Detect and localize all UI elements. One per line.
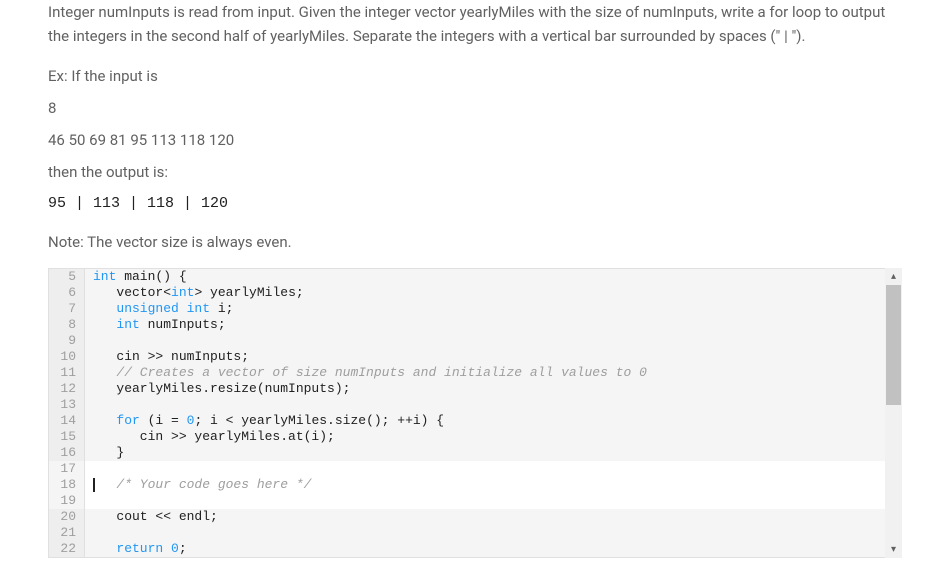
line-number: 11: [49, 365, 85, 381]
code-token: yearlyMiles.resize(numInputs);: [93, 381, 350, 396]
note-text: Note: The vector size is always even.: [48, 230, 902, 254]
code-token: [93, 317, 116, 332]
line-number: 13: [49, 397, 85, 413]
code-token: int: [171, 285, 194, 300]
line-number: 12: [49, 381, 85, 397]
line-number: 19: [49, 493, 85, 509]
line-number: 8: [49, 317, 85, 333]
line-number: 17: [49, 461, 85, 477]
code-token: /* Your code goes here */: [116, 477, 311, 492]
code-token: numInputs;: [140, 317, 226, 332]
code-content: [85, 333, 901, 349]
content-wrapper: Integer numInputs is read from input. Gi…: [0, 0, 950, 570]
line-number: 5: [49, 269, 85, 285]
code-content: }: [85, 445, 901, 461]
code-line[interactable]: 17: [49, 461, 901, 477]
line-number: 9: [49, 333, 85, 349]
line-number: 16: [49, 445, 85, 461]
code-content[interactable]: /* Your code goes here */: [85, 477, 901, 493]
example-input-1: 8: [48, 96, 902, 120]
code-line: 10 cin >> numInputs;: [49, 349, 901, 365]
code-token: return: [116, 541, 163, 556]
line-number: 18: [49, 477, 85, 493]
code-token: [163, 541, 171, 556]
code-token: // Creates a vector of size numInputs an…: [116, 365, 647, 380]
code-token: ; i < yearlyMiles.size(); ++i) {: [194, 413, 444, 428]
code-token: [93, 541, 116, 556]
code-token: cin >> numInputs;: [93, 349, 249, 364]
code-content: int numInputs;: [85, 317, 901, 333]
code-line: 5int main() {: [49, 269, 901, 285]
output-value: 95 | 113 | 118 | 120: [48, 192, 902, 216]
code-token: cout << endl;: [93, 509, 218, 524]
code-content: unsigned int i;: [85, 301, 901, 317]
code-token: [93, 477, 116, 492]
code-content: return 0;: [85, 541, 901, 557]
code-token: vector: [93, 285, 163, 300]
line-number: 14: [49, 413, 85, 429]
code-line: 21: [49, 525, 901, 541]
code-token: }: [93, 445, 124, 460]
code-token: unsigned int: [116, 301, 210, 316]
code-content: cin >> yearlyMiles.at(i);: [85, 429, 901, 445]
code-line: 14 for (i = 0; i < yearlyMiles.size(); +…: [49, 413, 901, 429]
example-input-2: 46 50 69 81 95 113 118 120: [48, 128, 902, 152]
code-content: for (i = 0; i < yearlyMiles.size(); ++i)…: [85, 413, 901, 429]
code-line: 20 cout << endl;: [49, 509, 901, 525]
line-number: 7: [49, 301, 85, 317]
scroll-up-arrow-icon[interactable]: ▴: [885, 268, 902, 285]
code-line: 16 }: [49, 445, 901, 461]
output-label: then the output is:: [48, 160, 902, 184]
code-token: cin >> yearlyMiles.at(i);: [93, 429, 335, 444]
editor-container: 5int main() {6 vector<int> yearlyMiles;7…: [48, 268, 902, 558]
code-content: [85, 397, 901, 413]
code-token: int: [93, 269, 116, 284]
code-line: 22 return 0;: [49, 541, 901, 557]
scroll-down-arrow-icon[interactable]: ▾: [885, 541, 902, 558]
code-content: vector<int> yearlyMiles;: [85, 285, 901, 301]
line-number: 10: [49, 349, 85, 365]
code-line: 6 vector<int> yearlyMiles;: [49, 285, 901, 301]
code-content: cout << endl;: [85, 509, 901, 525]
code-line: 11 // Creates a vector of size numInputs…: [49, 365, 901, 381]
code-token: ;: [179, 541, 187, 556]
code-token: [93, 365, 116, 380]
line-number: 20: [49, 509, 85, 525]
code-content: [85, 525, 901, 541]
code-line: 8 int numInputs;: [49, 317, 901, 333]
code-token: for: [116, 413, 139, 428]
code-content: cin >> numInputs;: [85, 349, 901, 365]
code-line[interactable]: 19: [49, 493, 901, 509]
problem-description: Integer numInputs is read from input. Gi…: [48, 0, 902, 48]
code-line[interactable]: 18 /* Your code goes here */: [49, 477, 901, 493]
code-line: 12 yearlyMiles.resize(numInputs);: [49, 381, 901, 397]
code-token: [93, 301, 116, 316]
code-content: yearlyMiles.resize(numInputs);: [85, 381, 901, 397]
code-line: 15 cin >> yearlyMiles.at(i);: [49, 429, 901, 445]
code-token: (i =: [140, 413, 187, 428]
line-number: 6: [49, 285, 85, 301]
scrollbar-track[interactable]: ▴ ▾: [885, 268, 902, 558]
line-number: 21: [49, 525, 85, 541]
code-line: 7 unsigned int i;: [49, 301, 901, 317]
code-token: yearlyMiles;: [202, 285, 303, 300]
code-content[interactable]: [85, 461, 901, 477]
line-number: 22: [49, 541, 85, 557]
line-number: 15: [49, 429, 85, 445]
code-content[interactable]: [85, 493, 901, 509]
code-content: // Creates a vector of size numInputs an…: [85, 365, 901, 381]
code-token: <: [163, 285, 171, 300]
code-token: 0: [171, 541, 179, 556]
code-token: int: [116, 317, 139, 332]
code-token: i;: [210, 301, 233, 316]
example-label: Ex: If the input is: [48, 64, 902, 88]
code-editor[interactable]: 5int main() {6 vector<int> yearlyMiles;7…: [48, 268, 902, 558]
code-token: main() {: [116, 269, 186, 284]
code-content: int main() {: [85, 269, 901, 285]
code-line: 13: [49, 397, 901, 413]
scrollbar-thumb[interactable]: [886, 285, 901, 405]
code-token: [93, 413, 116, 428]
code-line: 9: [49, 333, 901, 349]
